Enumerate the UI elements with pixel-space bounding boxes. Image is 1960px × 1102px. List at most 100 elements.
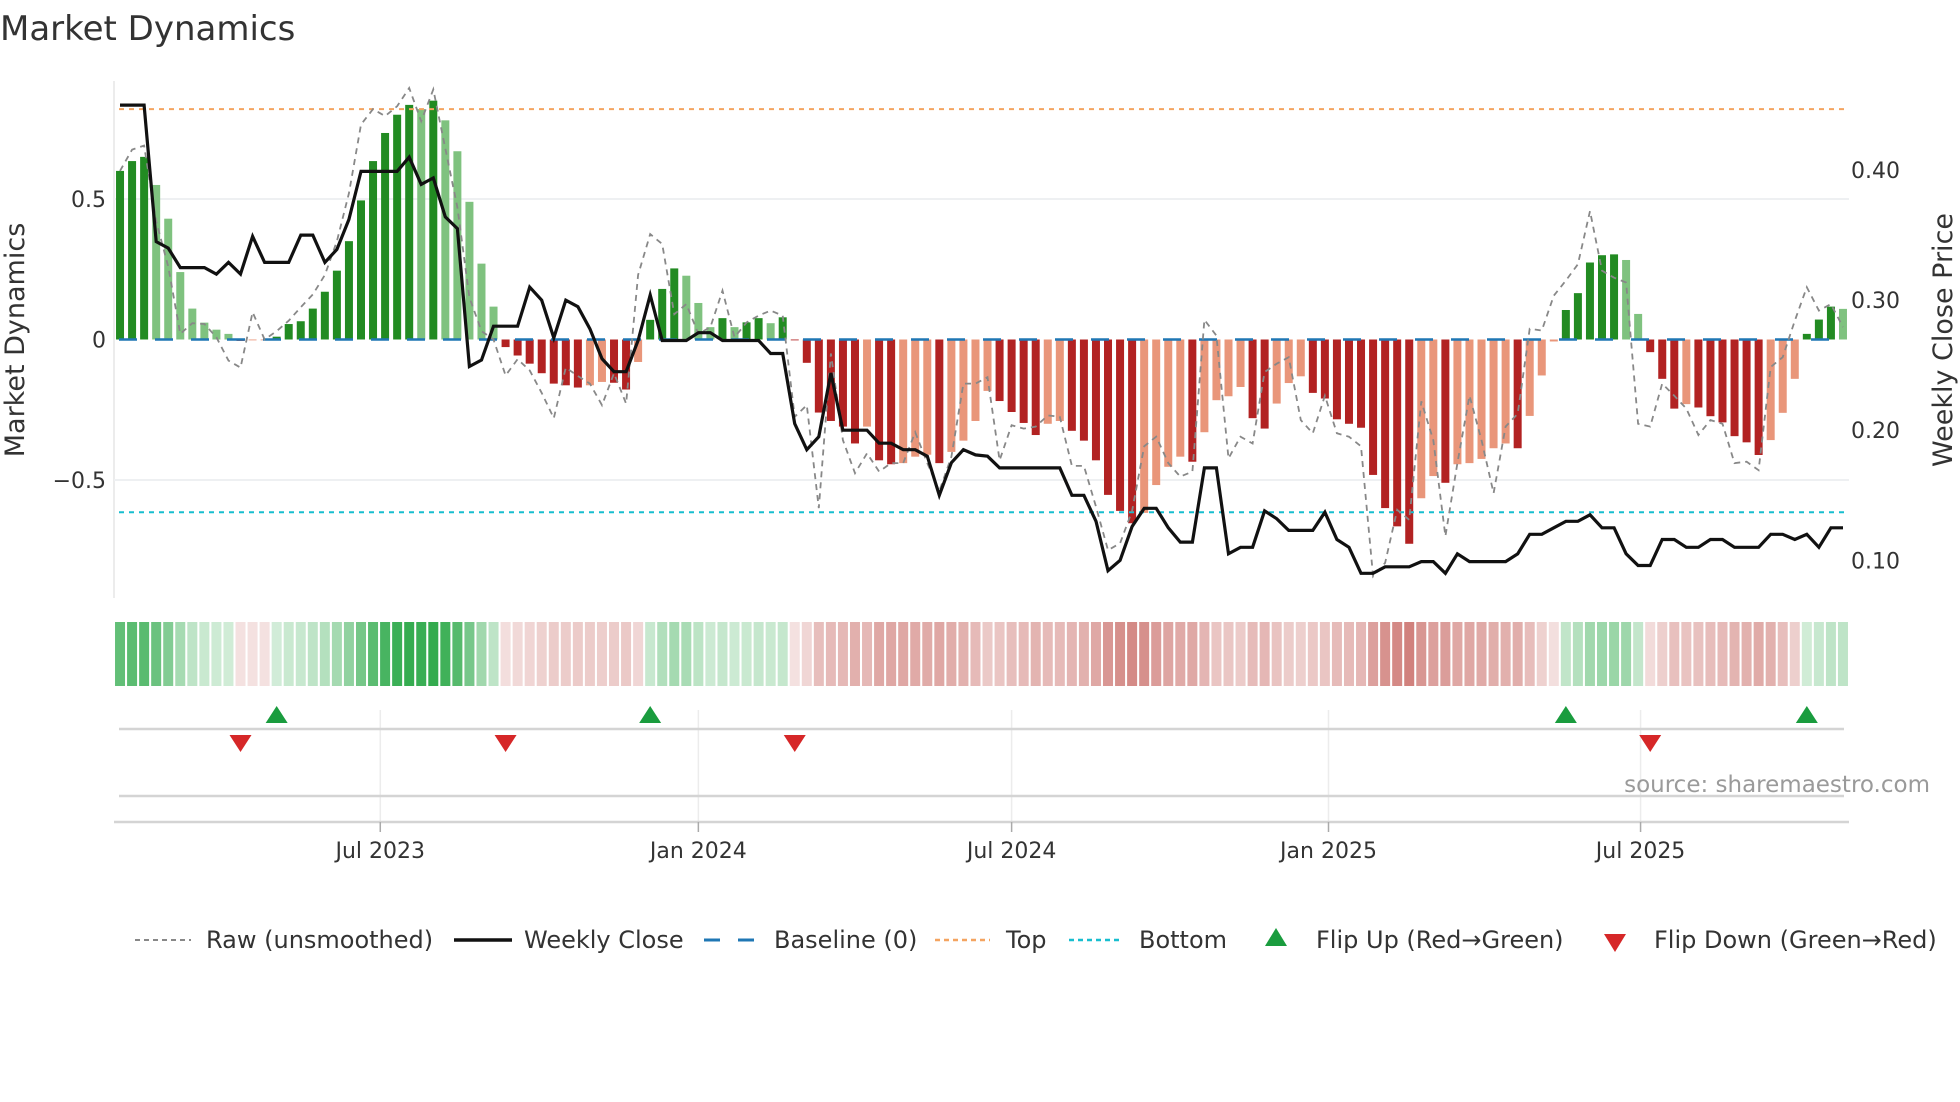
heat-strip: [115, 622, 1848, 686]
heat-cell: [862, 622, 873, 686]
bar: [308, 308, 317, 340]
heat-cell: [922, 622, 933, 686]
bar: [1766, 339, 1775, 441]
y2-tick-label: 0.20: [1851, 419, 1900, 444]
bar: [1296, 339, 1305, 377]
heat-cell: [1789, 622, 1800, 686]
x-tick-label: Jul 2025: [1594, 839, 1686, 864]
bar: [923, 339, 932, 455]
bar: [1622, 259, 1631, 340]
legend-item-baseline: Baseline (0): [704, 926, 917, 954]
heat-cell: [223, 622, 234, 686]
heat-cell: [813, 622, 824, 686]
bar: [802, 339, 811, 363]
bar: [573, 339, 582, 388]
bar: [1164, 339, 1173, 467]
bar: [1357, 339, 1366, 428]
heat-cell: [1042, 622, 1053, 686]
heat-cell: [175, 622, 186, 686]
heat-cell: [982, 622, 993, 686]
heat-cell: [1488, 622, 1499, 686]
flip-down-marker: [1639, 735, 1662, 752]
heat-cell: [934, 622, 945, 686]
bar: [1320, 339, 1329, 399]
bar: [585, 339, 594, 386]
legend-item-bottom: Bottom: [1069, 926, 1227, 954]
heat-cell: [898, 622, 909, 686]
heat-cell: [1560, 622, 1571, 686]
bar: [1031, 339, 1040, 436]
bar: [1814, 319, 1823, 340]
legend-item-top: Top: [935, 926, 1047, 954]
bar: [1573, 293, 1582, 340]
bar: [1272, 339, 1281, 404]
heat-cell: [1825, 622, 1836, 686]
bar: [429, 100, 438, 340]
bar: [850, 339, 859, 444]
heat-cell: [1054, 622, 1065, 686]
x-tick-label: Jan 2025: [1278, 839, 1377, 864]
heat-cell: [994, 622, 1005, 686]
heat-cell: [1223, 622, 1234, 686]
bar: [1585, 262, 1594, 340]
heat-cell: [1741, 622, 1752, 686]
heat-cell: [452, 622, 463, 686]
left-y-ticks: 0.5 0 −0.5: [53, 188, 106, 494]
heat-cell: [1801, 622, 1812, 686]
heat-cell: [886, 622, 897, 686]
heat-cell: [1813, 622, 1824, 686]
heat-cell: [1187, 622, 1198, 686]
bar: [248, 339, 257, 341]
flip-up-marker: [639, 706, 662, 723]
right-y-ticks: 0.40 0.30 0.20 0.10: [1851, 159, 1900, 574]
heat-cell: [283, 622, 294, 686]
y2-tick-label: 0.40: [1851, 159, 1900, 184]
bar: [1826, 306, 1835, 340]
bar: [417, 109, 426, 340]
heat-cell: [837, 622, 848, 686]
heat-cell: [368, 622, 379, 686]
flip-down-marker: [783, 735, 806, 752]
chart-title: Market Dynamics: [0, 9, 295, 49]
bar: [766, 323, 775, 340]
bar: [140, 156, 149, 340]
heat-cell: [1211, 622, 1222, 686]
bar: [561, 339, 570, 386]
heat-cell: [1151, 622, 1162, 686]
bar: [128, 161, 137, 340]
heat-cell: [259, 622, 270, 686]
bar: [983, 339, 992, 391]
heat-cell: [307, 622, 318, 686]
heat-cell: [741, 622, 752, 686]
y2-tick-label: 0.10: [1851, 549, 1900, 574]
heat-cell: [1356, 622, 1367, 686]
heat-cell: [392, 622, 403, 686]
bar: [670, 268, 679, 340]
heat-cell: [560, 622, 571, 686]
legend-bottom-label: Bottom: [1139, 926, 1227, 954]
bar: [1706, 339, 1715, 417]
heat-cell: [1127, 622, 1138, 686]
heat-cell: [946, 622, 957, 686]
flip-down-marker: [229, 735, 252, 752]
legend-close-label: Weekly Close: [524, 926, 684, 954]
heat-cell: [1524, 622, 1535, 686]
bar: [1778, 339, 1787, 413]
y-tick-label: 0: [92, 329, 106, 354]
bar: [1212, 339, 1221, 401]
heat-cell: [1175, 622, 1186, 686]
heat-cell: [1512, 622, 1523, 686]
heat-cell: [1729, 622, 1740, 686]
heat-cell: [693, 622, 704, 686]
heat-cell: [1464, 622, 1475, 686]
flip-down-triangle-icon: [1604, 934, 1626, 952]
heat-cell: [548, 622, 559, 686]
level-lines: [119, 108, 1844, 514]
source-label: source: sharemaestro.com: [1624, 772, 1930, 798]
bar: [1465, 339, 1474, 464]
heat-cell: [331, 622, 342, 686]
x-tick-label: Jan 2024: [648, 839, 747, 864]
heat-cell: [1259, 622, 1270, 686]
bar: [1393, 339, 1402, 527]
heat-cell: [849, 622, 860, 686]
